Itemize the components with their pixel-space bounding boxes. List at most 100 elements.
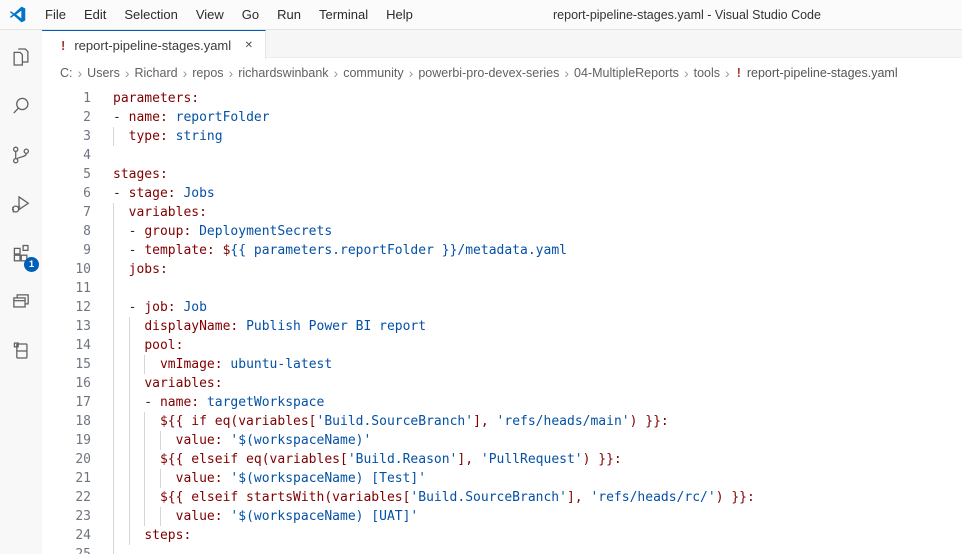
code-line-content[interactable]: jobs:	[113, 260, 168, 279]
code-token: -	[113, 110, 129, 125]
menu-go[interactable]: Go	[233, 0, 268, 30]
code-token: pool:	[144, 338, 184, 353]
indent-guide	[159, 469, 161, 488]
line-number: 22	[75, 490, 91, 505]
indent-guide	[113, 545, 114, 554]
code-token: ],	[566, 490, 591, 505]
menu-view[interactable]: View	[187, 0, 233, 30]
activity-source-control[interactable]	[0, 130, 42, 179]
code-line-content[interactable]: - group: DeploymentSecrets	[113, 222, 332, 241]
code-line: 10 jobs:	[42, 260, 962, 279]
code-line-content[interactable]: displayName: Publish Power BI report	[113, 317, 426, 336]
code-line-content[interactable]: ${{ elseif eq(variables['Build.Reason'],…	[113, 450, 622, 469]
activity-remote-explorer[interactable]	[0, 326, 42, 375]
code-line-content[interactable]: - name: reportFolder	[113, 108, 270, 127]
code-line: 1 parameters:	[42, 89, 962, 108]
source-control-icon	[12, 146, 30, 163]
code-line-content[interactable]: value: '$(workspaceName) [Test]'	[113, 469, 426, 488]
code-line-content[interactable]: pool:	[113, 336, 183, 355]
indent-guide	[128, 336, 130, 355]
code-token: 'Build.SourceBranch'	[316, 414, 474, 429]
menu-terminal[interactable]: Terminal	[310, 0, 377, 30]
code-line-content[interactable]: - job: Job	[113, 298, 207, 317]
activity-editor-windows[interactable]	[0, 277, 42, 326]
indent-guide	[128, 317, 130, 336]
code-line-content[interactable]: parameters:	[113, 89, 199, 108]
indent-guide	[113, 298, 114, 317]
code-line-content[interactable]: ${{ if eq(variables['Build.SourceBranch'…	[113, 412, 669, 431]
breadcrumb-item[interactable]: richardswinbank	[238, 66, 328, 80]
activity-run-and-debug[interactable]	[0, 179, 42, 228]
code-token: string	[175, 129, 223, 144]
menu-edit[interactable]: Edit	[75, 0, 115, 30]
code-line-content[interactable]: variables:	[113, 374, 223, 393]
indent-guide	[113, 355, 114, 374]
code-token: 'refs/heads/main'	[496, 414, 630, 429]
code-line-content[interactable]: variables:	[113, 203, 207, 222]
chevron-right-icon: ›	[683, 64, 689, 81]
activity-explorer[interactable]	[0, 32, 42, 81]
line-number: 5	[83, 167, 91, 182]
menu-selection[interactable]: Selection	[115, 0, 186, 30]
breadcrumb-item[interactable]: Richard	[135, 66, 178, 80]
remote-icon	[13, 341, 28, 359]
indent-guide	[113, 241, 114, 260]
code-line: 13 displayName: Publish Power BI report	[42, 317, 962, 336]
code-editor[interactable]: 1 parameters: 2- name: reportFolder 3 type:…	[42, 87, 962, 554]
code-token: steps:	[144, 528, 192, 543]
activity-search[interactable]	[0, 81, 42, 130]
breadcrumb-item[interactable]: tools	[694, 66, 720, 80]
indent-guide	[113, 431, 114, 450]
code-token: stage:	[128, 186, 184, 201]
indent-guide	[113, 260, 114, 279]
line-number: 18	[75, 414, 91, 429]
code-line-content[interactable]: steps:	[113, 526, 191, 545]
code-token: 'PullRequest'	[480, 452, 583, 467]
editor-area: ! report-pipeline-stages.yaml ✕ C: › Users…	[42, 30, 962, 554]
menu-run[interactable]: Run	[268, 0, 310, 30]
indent-guide	[128, 450, 130, 469]
code-line-content[interactable]: type: string	[113, 127, 223, 146]
code-token: '$(workspaceName) [Test]'	[230, 471, 427, 486]
menu-file[interactable]: File	[36, 0, 75, 30]
tab-bar: ! report-pipeline-stages.yaml ✕	[42, 30, 962, 59]
line-number: 19	[75, 433, 91, 448]
code-line-content[interactable]: ${{ elseif startsWith(variables['Build.S…	[113, 488, 755, 507]
window-title: report-pipeline-stages.yaml - Visual Stu…	[553, 8, 821, 22]
code-token: Jobs	[183, 186, 215, 201]
code-line-content[interactable]: value: '$(workspaceName)'	[113, 431, 371, 450]
breadcrumb-item[interactable]: C:	[60, 66, 73, 80]
line-number: 24	[75, 528, 91, 543]
breadcrumb-item[interactable]: repos	[192, 66, 223, 80]
tab-close-icon[interactable]: ✕	[241, 38, 257, 53]
indent-guide	[144, 507, 146, 526]
code-line: 11	[42, 279, 962, 298]
code-token: targetWorkspace	[206, 395, 325, 410]
code-line-content[interactable]: stages:	[113, 165, 168, 184]
line-number: 17	[75, 395, 91, 410]
code-line-content[interactable]: - name: targetWorkspace	[113, 393, 324, 412]
breadcrumb-item[interactable]: powerbi-pro-devex-series	[418, 66, 559, 80]
code-line-content[interactable]: - stage: Jobs	[113, 184, 215, 203]
code-line: 6 - stage: Jobs	[42, 184, 962, 203]
search-icon	[13, 97, 29, 113]
breadcrumb-file[interactable]: report-pipeline-stages.yaml	[747, 66, 898, 80]
code-token: name:	[128, 110, 176, 125]
line-number: 12	[75, 300, 91, 315]
code-line-content[interactable]: vmImage: ubuntu-latest	[113, 355, 332, 374]
code-line-content[interactable]: value: '$(workspaceName) [UAT]'	[113, 507, 418, 526]
tab-report-pipeline-stages[interactable]: ! report-pipeline-stages.yaml ✕	[42, 30, 266, 59]
menu-help[interactable]: Help	[377, 0, 422, 30]
code-line-content[interactable]: - template: ${{ parameters.reportFolder …	[113, 241, 567, 260]
code-line: 24 steps:	[42, 526, 962, 545]
activity-extensions[interactable]: 1	[0, 228, 42, 277]
code-token: value:	[175, 509, 231, 524]
breadcrumb-item[interactable]: community	[343, 66, 403, 80]
code-line: 14 pool:	[42, 336, 962, 355]
breadcrumb-item[interactable]: Users	[87, 66, 120, 80]
breadcrumb-item[interactable]: 04-MultipleReports	[574, 66, 679, 80]
indent-guide	[128, 507, 130, 526]
line-number: 1	[83, 91, 91, 106]
